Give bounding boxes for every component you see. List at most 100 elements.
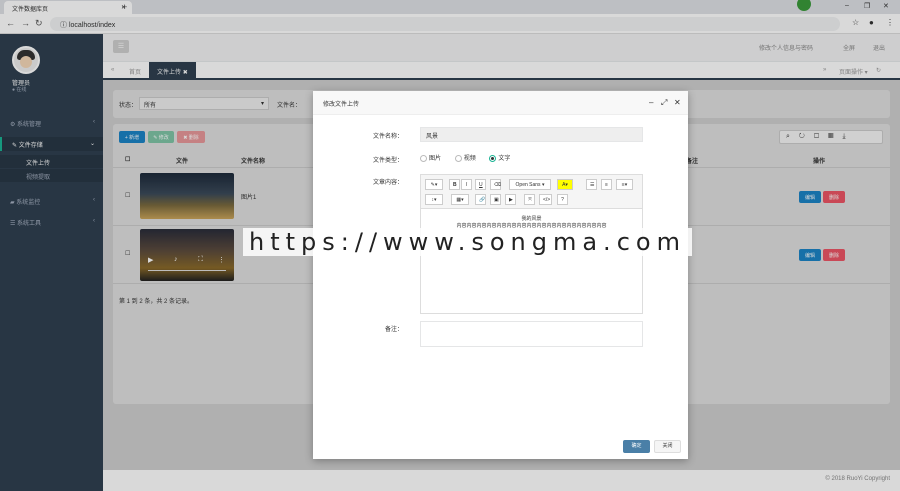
columns-icon[interactable]: ▦ xyxy=(828,133,842,140)
add-button[interactable]: + 新增 xyxy=(119,131,145,143)
radio-text[interactable]: 文字 xyxy=(489,154,510,162)
sidebar-item-system[interactable]: ⚙ 系统管理 ‹ xyxy=(0,116,103,130)
new-tab-icon[interactable]: + xyxy=(122,2,127,12)
fullscreen-icon[interactable]: ⤧ xyxy=(524,194,535,205)
user-status[interactable]: ● 在线 xyxy=(12,86,26,93)
star-icon[interactable]: ☆ xyxy=(852,18,859,27)
align-icon[interactable]: ≡▾ xyxy=(616,179,633,190)
sidebar-item-label: 文件存储 xyxy=(18,143,43,149)
picture-icon[interactable]: ▣ xyxy=(490,194,501,205)
table-tools[interactable]: ⌕↻▢▦⤓ xyxy=(779,130,883,144)
close-button[interactable]: 关闭 xyxy=(654,440,681,453)
modal-header: 修改文件上传 – ⤢ ✕ xyxy=(313,91,688,115)
ok-button[interactable]: 确定 xyxy=(623,440,650,453)
help-icon[interactable]: ? xyxy=(557,194,568,205)
logout-link[interactable]: 退出 xyxy=(873,43,885,52)
maximize-icon[interactable]: ❐ xyxy=(864,2,870,10)
export-icon[interactable]: ⤓ xyxy=(842,133,854,140)
maximize-icon[interactable]: ⤢ xyxy=(661,98,667,108)
sidebar-item-monitor[interactable]: ▰ 系统监控 ‹ xyxy=(0,194,103,208)
link-icon[interactable]: 🔗 xyxy=(475,194,486,205)
status-select[interactable]: 所有 ▾ xyxy=(139,97,269,110)
sidebar-item-label: 系统监控 xyxy=(16,200,41,206)
refresh-icon[interactable]: ↻ xyxy=(868,62,889,78)
profile-icon[interactable]: ● xyxy=(869,18,874,27)
sidebar-item-tools[interactable]: ☰ 系统工具 ‹ xyxy=(0,215,103,229)
row-checkbox[interactable]: ☐ xyxy=(125,192,130,199)
remark-label: 备注： xyxy=(384,327,403,333)
bold-icon[interactable]: B xyxy=(449,179,460,190)
sidebar: 管理员 ● 在线 ⚙ 系统管理 ‹ ✎ 文件存储 ⌄ 文件上传 视频提取 ▰ 系统监… xyxy=(0,34,103,491)
font-family-select[interactable]: Open Sans ▾ xyxy=(509,179,551,190)
refresh-icon[interactable]: ↻ xyxy=(799,133,814,140)
close-icon[interactable]: ✖ xyxy=(183,70,188,76)
close-icon[interactable]: ✕ xyxy=(674,98,681,107)
radio-image[interactable]: 图片 xyxy=(420,154,441,162)
color-icon[interactable]: A▾ xyxy=(557,179,573,190)
browser-tab[interactable]: 文件数据库页 ✕ xyxy=(4,1,132,14)
row-checkbox[interactable]: ☐ xyxy=(125,250,130,257)
menu-dots-icon[interactable]: ⋮ xyxy=(886,18,894,27)
delete-button[interactable]: ✖ 删除 xyxy=(177,131,205,143)
row-delete-button[interactable]: 删除 xyxy=(823,191,845,203)
menu-toggle-icon[interactable]: ☰ xyxy=(113,40,129,53)
chevron-icon: ‹ xyxy=(93,119,95,125)
editor-content[interactable]: 我的风景 内容内容内容内容内容内容内容内容内容内容内容内容内容内容内容 xyxy=(421,215,642,229)
toggle-icon[interactable]: ▢ xyxy=(814,133,828,140)
remark-textarea[interactable] xyxy=(420,321,643,347)
forward-icon[interactable]: → xyxy=(21,18,30,28)
search-icon[interactable]: ⌕ xyxy=(786,133,799,140)
pagination-info: 第 1 到 2 条，共 2 条记录。 xyxy=(119,299,194,305)
video-player[interactable]: ▶ ♪ ⛶ ⋮ xyxy=(140,229,234,281)
filename-input[interactable]: 风景 xyxy=(420,127,643,142)
url-field[interactable]: ⓘ localhost/index xyxy=(50,17,840,31)
unordered-list-icon[interactable]: ☰ xyxy=(586,179,597,190)
row-delete-button[interactable]: 删除 xyxy=(823,249,845,261)
editor-toolbar: ✎▾ B I U ⌫ Open Sans ▾ A▾ ☰ ≡ ≡▾ ↕▾ ▦▾ 🔗… xyxy=(421,175,642,209)
eraser-icon[interactable]: ⌫ xyxy=(490,179,501,190)
edit-icon: ✎ xyxy=(12,143,19,149)
fullscreen-link[interactable]: 全屏 xyxy=(843,43,855,52)
video-icon[interactable]: ▶ xyxy=(505,194,516,205)
tab-upload[interactable]: 文件上传 ✖ xyxy=(149,62,196,78)
code-view-icon[interactable]: </> xyxy=(539,194,552,205)
list-icon: ☰ xyxy=(10,221,18,227)
back-icon[interactable]: ← xyxy=(6,18,15,28)
line-height-icon[interactable]: ↕▾ xyxy=(425,194,443,205)
sidebar-item-files[interactable]: ✎ 文件存储 ⌄ xyxy=(0,137,103,151)
chevron-icon: ‹ xyxy=(93,218,95,224)
window-close-icon[interactable]: ✕ xyxy=(883,2,889,10)
table-icon[interactable]: ▦▾ xyxy=(451,194,469,205)
row-edit-button[interactable]: 编辑 xyxy=(799,191,821,203)
fullscreen-icon[interactable]: ⛶ xyxy=(198,256,203,264)
sidebar-subitem-upload[interactable]: 文件上传 xyxy=(0,155,103,168)
row-filename: 图片1 xyxy=(241,195,257,201)
filename-label: 文件名称： xyxy=(372,134,403,140)
deer-image xyxy=(140,173,234,219)
sidebar-item-label: 系统管理 xyxy=(17,122,42,128)
info-icon: ⓘ xyxy=(60,22,69,29)
style-icon[interactable]: ✎▾ xyxy=(425,179,443,190)
italic-icon[interactable]: I xyxy=(461,179,472,190)
select-all-checkbox[interactable]: ☐ xyxy=(125,156,130,163)
address-bar-row: ← → ↻ ⓘ localhost/index ☆ ● ⋮ xyxy=(0,14,900,34)
tabs-left-icon[interactable]: « xyxy=(103,62,122,78)
radio-video[interactable]: 视频 xyxy=(454,154,476,162)
sidebar-subitem-video[interactable]: 视频提取 xyxy=(0,169,103,182)
underline-icon[interactable]: U xyxy=(475,179,486,190)
gear-icon: ⚙ xyxy=(10,122,18,128)
page-tabs: « 首页 文件上传 ✖ » 页面操作 ▾ ↻ xyxy=(103,62,900,80)
radio-circle xyxy=(420,154,427,162)
ordered-list-icon[interactable]: ≡ xyxy=(601,179,612,190)
video-progress-bar[interactable] xyxy=(148,270,226,271)
volume-icon[interactable]: ♪ xyxy=(174,256,178,263)
minimize-icon[interactable]: – xyxy=(649,98,653,107)
play-icon[interactable]: ▶ xyxy=(148,256,153,264)
reload-icon[interactable]: ↻ xyxy=(35,18,43,29)
edit-profile-link[interactable]: 修改个人信息与密码 xyxy=(759,43,813,52)
tab-home[interactable]: 首页 xyxy=(121,62,149,78)
minimize-icon[interactable]: – xyxy=(845,2,849,9)
more-icon[interactable]: ⋮ xyxy=(218,256,225,264)
edit-button[interactable]: ✎ 修改 xyxy=(148,131,174,143)
row-edit-button[interactable]: 编辑 xyxy=(799,249,821,261)
